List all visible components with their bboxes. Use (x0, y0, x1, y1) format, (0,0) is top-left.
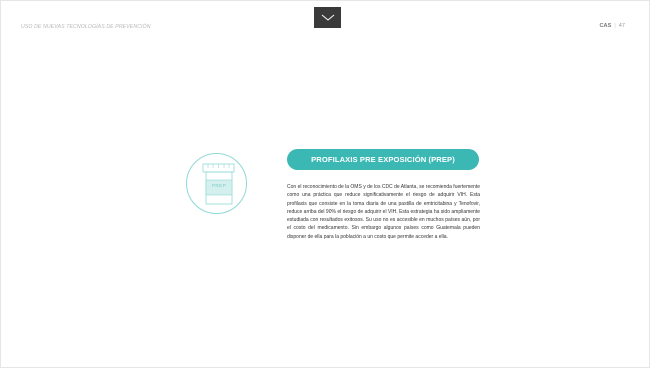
page-number: 47 (618, 23, 625, 29)
chevron-down-icon (321, 14, 334, 21)
prep-illustration: PREP (186, 153, 247, 214)
collapse-toggle-button[interactable] (314, 7, 341, 28)
section-body: Con el reconocimiento de la OMS y de los… (287, 184, 480, 240)
separator: | (614, 23, 616, 29)
section-title: PROFILAXIS PRE EXPOSICIÓN (PREP) (287, 149, 479, 170)
page-indicator: CAS | 47 (600, 23, 626, 29)
doc-code: CAS (599, 23, 612, 29)
document-page: USO DE NUEVAS TECNOLOGÍAS DE PREVENCIÓN … (0, 0, 650, 368)
section-header: USO DE NUEVAS TECNOLOGÍAS DE PREVENCIÓN (21, 24, 151, 30)
prep-label: PREP (211, 184, 227, 189)
